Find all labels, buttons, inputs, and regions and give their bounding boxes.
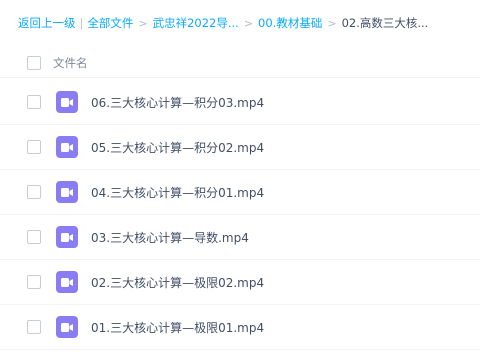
chevron-right-icon: > [243,16,254,30]
file-name[interactable]: 06.三大核心计算—积分03.mp4 [91,94,264,111]
row-checkbox[interactable] [27,230,41,244]
row-checkbox[interactable] [27,140,41,154]
breadcrumb-divider: | [79,16,84,30]
crumb-folder-textbook-basics[interactable]: 00.教材基础 [258,15,322,31]
video-file-icon [56,316,78,338]
video-file-icon [56,136,78,158]
column-header-filename[interactable]: 文件名 [53,55,88,71]
video-file-icon [56,181,78,203]
row-checkbox[interactable] [27,95,41,109]
list-item[interactable]: 05.三大核心计算—积分02.mp4 [0,125,480,170]
select-all-checkbox[interactable] [27,55,41,70]
row-checkbox[interactable] [27,320,41,334]
video-file-icon [56,91,78,113]
list-item[interactable]: 06.三大核心计算—积分03.mp4 [0,80,480,125]
row-checkbox[interactable] [27,275,41,289]
row-checkbox[interactable] [27,185,41,199]
list-item[interactable]: 03.三大核心计算—导数.mp4 [0,215,480,260]
list-item[interactable]: 01.三大核心计算—极限01.mp4 [0,305,480,350]
list-item[interactable]: 04.三大核心计算—积分01.mp4 [0,170,480,215]
chevron-right-icon: > [327,16,337,30]
chevron-right-icon: > [138,16,148,30]
video-file-icon [56,226,78,248]
file-name[interactable]: 03.三大核心计算—导数.mp4 [91,229,249,246]
video-file-icon [56,271,78,293]
file-name[interactable]: 02.三大核心计算—极限02.mp4 [91,274,264,291]
file-name[interactable]: 01.三大核心计算—极限01.mp4 [91,319,264,336]
file-list-header: 文件名 [0,48,480,78]
crumb-current-folder: 02.高数三大核... [341,16,429,30]
back-link[interactable]: 返回上一级 [18,15,76,31]
file-name[interactable]: 05.三大核心计算—积分02.mp4 [91,139,264,156]
file-name[interactable]: 04.三大核心计算—积分01.mp4 [91,184,264,201]
crumb-folder-wuzhongxiang[interactable]: 武忠祥2022导... [153,15,239,31]
list-item[interactable]: 02.三大核心计算—极限02.mp4 [0,260,480,305]
breadcrumb: 返回上一级 | 全部文件 > 武忠祥2022导... > 00.教材基础 > 0… [18,14,428,32]
crumb-all-files[interactable]: 全部文件 [87,15,133,31]
